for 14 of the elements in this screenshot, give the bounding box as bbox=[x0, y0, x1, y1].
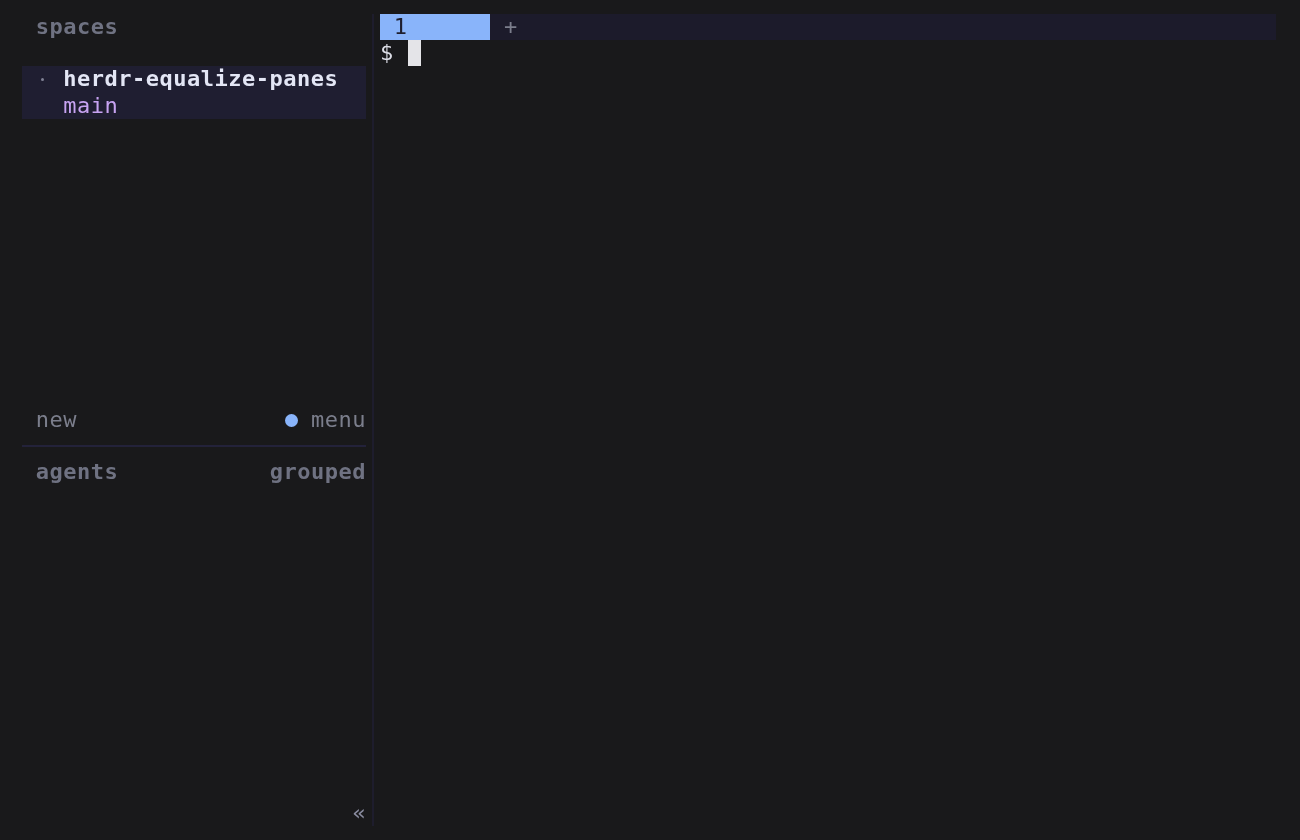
menu-button[interactable]: menu bbox=[311, 409, 366, 432]
spaces-header: spaces bbox=[35, 16, 119, 39]
collapse-sidebar-button[interactable]: « bbox=[352, 801, 366, 824]
new-tab-button[interactable]: + bbox=[503, 16, 518, 39]
prompt: $ bbox=[380, 42, 394, 65]
tab[interactable]: 1 bbox=[380, 14, 490, 41]
space-name: herdr-equalize-panes bbox=[63, 68, 339, 91]
branch-name: main bbox=[63, 94, 119, 117]
agents-header: agents bbox=[35, 461, 119, 484]
space-item[interactable]: herdr-equalize-panes main bbox=[22, 66, 366, 119]
new-button[interactable]: new bbox=[35, 409, 77, 432]
block-cursor-icon bbox=[407, 40, 421, 67]
grouping-toggle[interactable]: grouped bbox=[269, 461, 366, 484]
bullet-icon bbox=[41, 77, 45, 81]
